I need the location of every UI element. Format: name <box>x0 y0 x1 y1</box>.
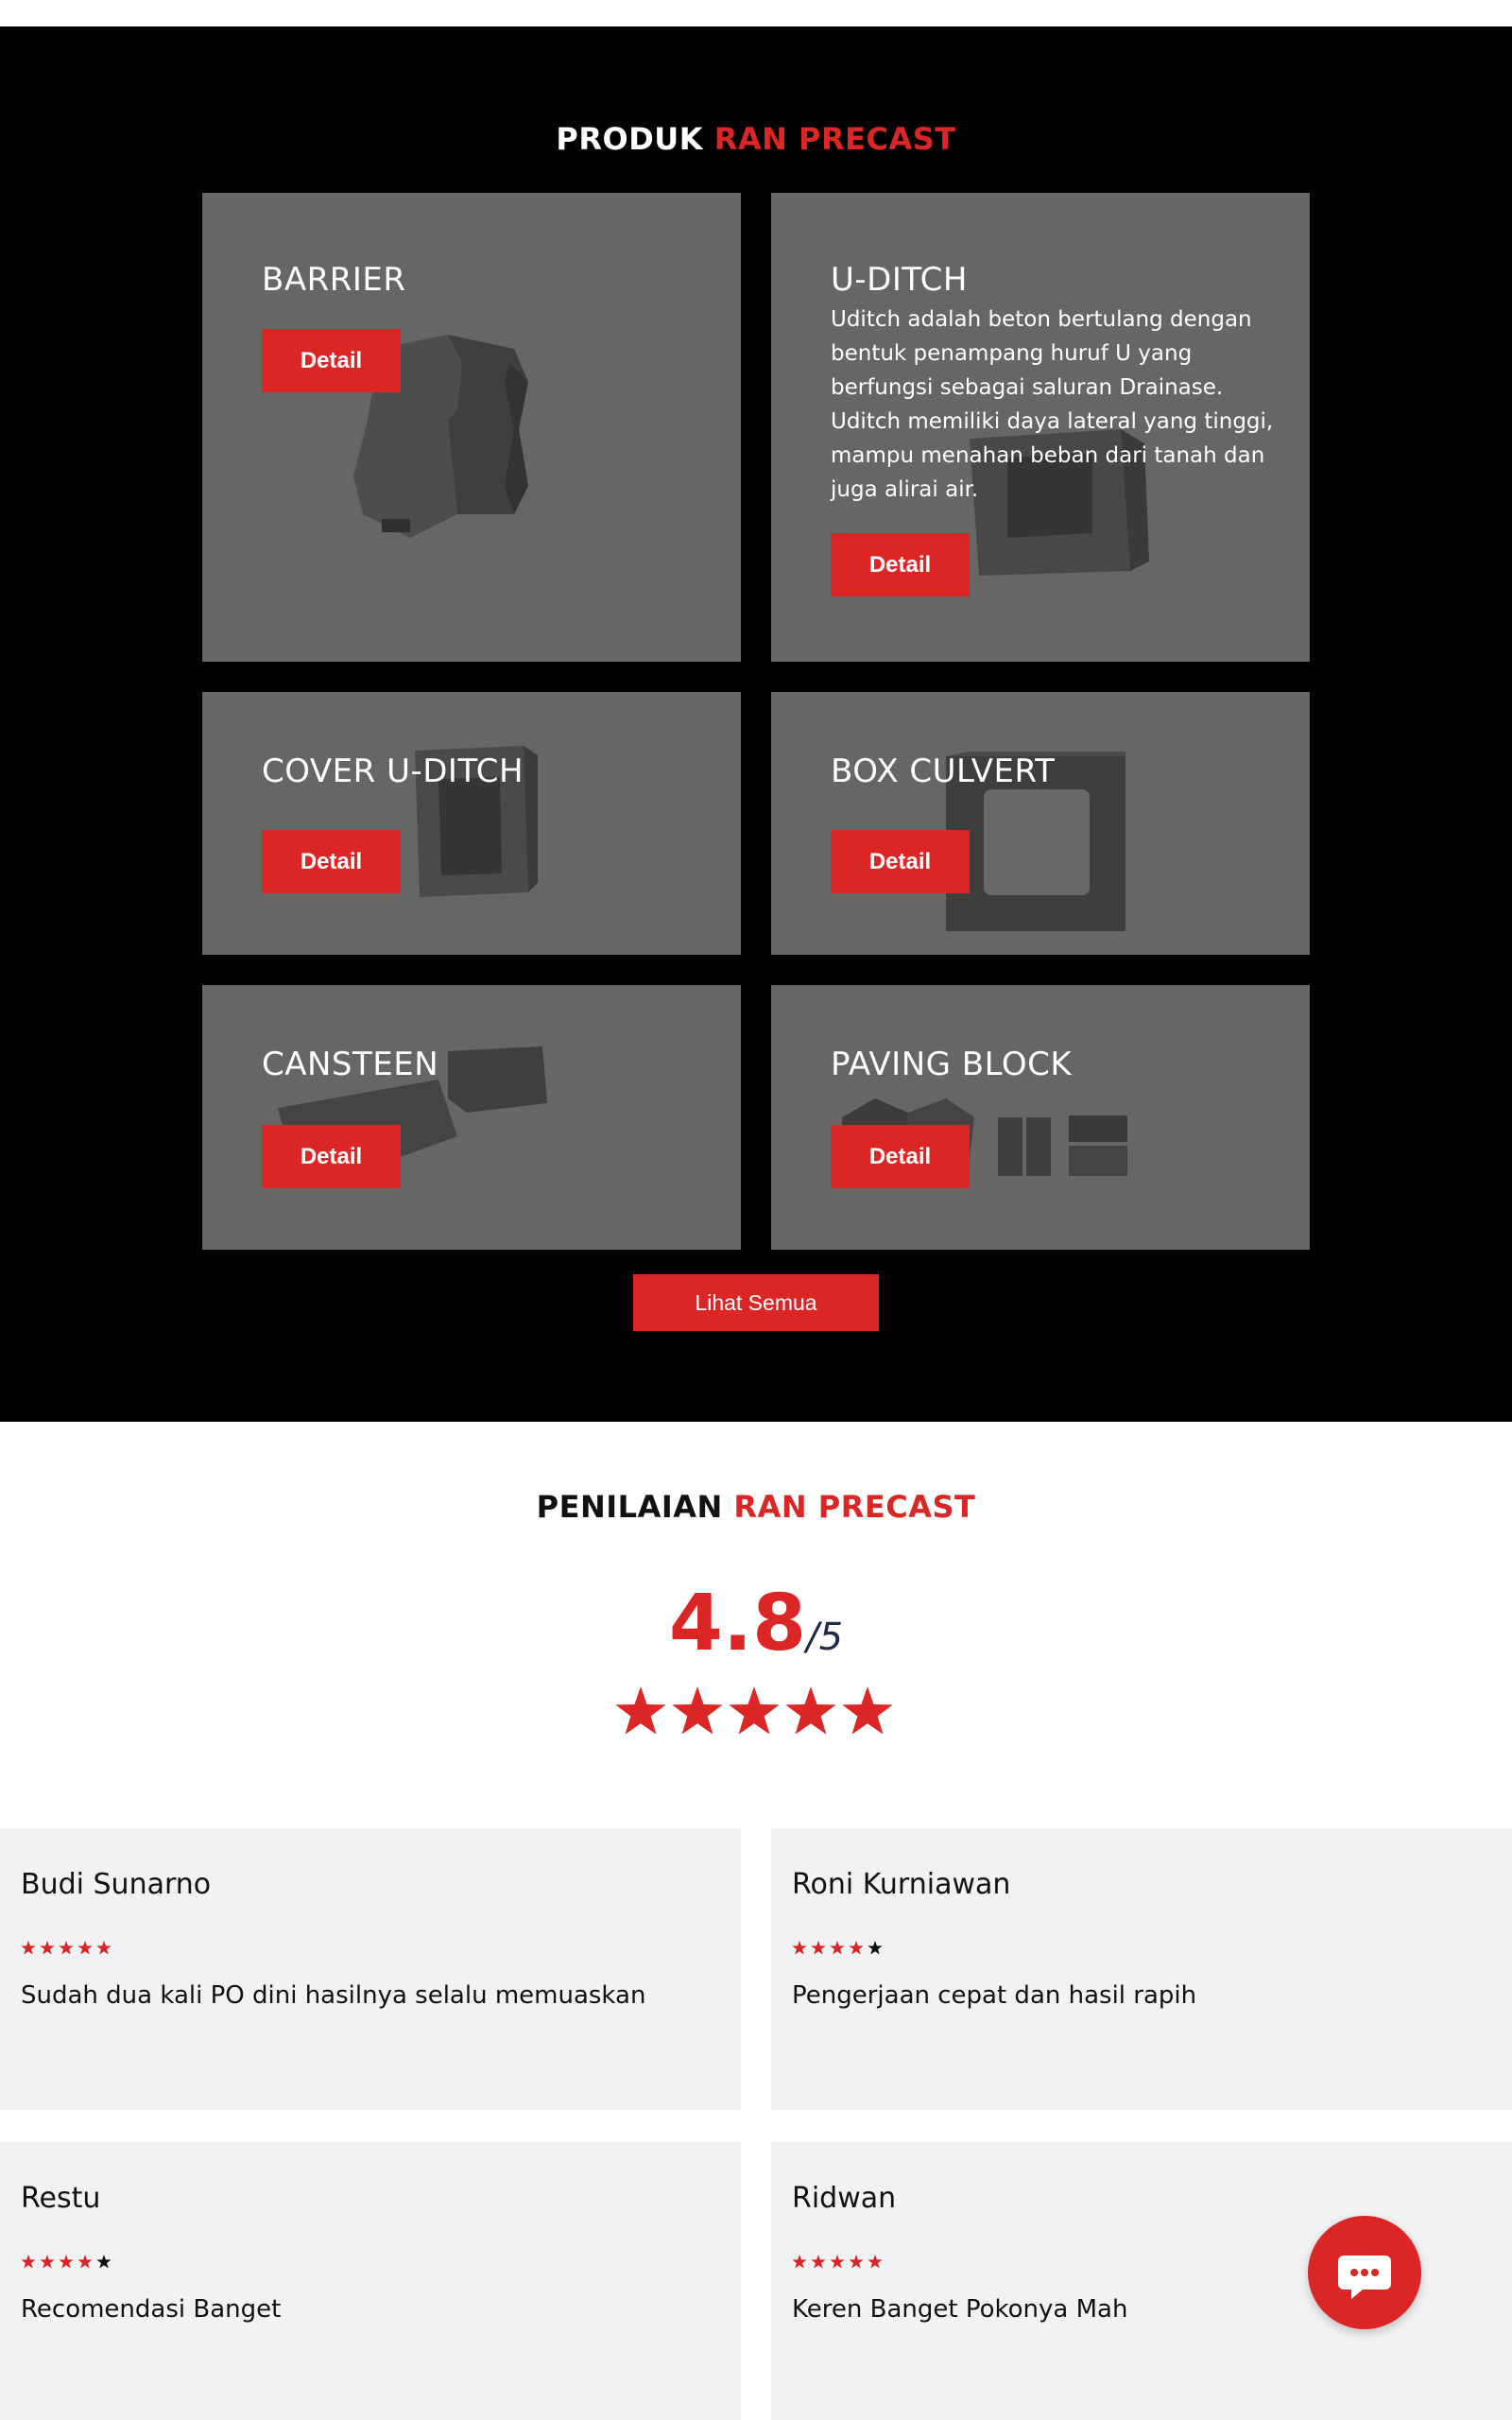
product-title: U-DITCH <box>831 261 968 299</box>
review-text: Sudah dua kali PO dini hasilnya selalu m… <box>21 1981 646 2010</box>
star-icon <box>59 2255 74 2269</box>
star-icon <box>77 2255 93 2269</box>
detail-button-cansteen[interactable]: Detail <box>262 1125 401 1188</box>
see-all-button[interactable]: Lihat Semua <box>633 1274 879 1331</box>
star-icon <box>842 1686 893 1735</box>
star-icon <box>849 1941 864 1955</box>
star-icon <box>59 1941 74 1955</box>
product-title: CANSTEEN <box>262 1046 439 1083</box>
star-icon <box>729 1686 780 1735</box>
product-title: PAVING BLOCK <box>831 1046 1073 1083</box>
review-stars <box>21 2255 112 2269</box>
review-card: Roni Kurniawan Pengerjaan cepat dan hasi… <box>771 1828 1512 2110</box>
products-heading-prefix: PRODUK <box>556 121 704 157</box>
detail-button-u-ditch[interactable]: Detail <box>831 533 970 596</box>
rating-stars <box>615 1686 893 1735</box>
star-icon <box>77 1941 93 1955</box>
chat-bubble-icon <box>1338 2256 1391 2299</box>
rating-score-value: 4.8 <box>668 1579 807 1668</box>
star-icon <box>830 1941 845 1955</box>
star-icon <box>830 2255 845 2269</box>
ratings-heading-prefix: PENILAIAN <box>536 1489 723 1525</box>
star-icon <box>792 1941 807 1955</box>
star-icon <box>849 2255 864 2269</box>
product-card-box-culvert[interactable]: BOX CULVERT Detail <box>771 692 1310 955</box>
review-stars <box>792 1941 883 1955</box>
product-title: BOX CULVERT <box>831 752 1056 790</box>
star-icon <box>868 2255 883 2269</box>
star-icon <box>40 2255 55 2269</box>
star-icon <box>811 1941 826 1955</box>
products-heading: PRODUK RAN PRECAST <box>0 121 1512 157</box>
product-card-cover-u-ditch[interactable]: COVER U-DITCH Detail <box>202 692 741 955</box>
product-card-paving-block[interactable]: PAVING BLOCK Detail <box>771 985 1310 1250</box>
star-icon <box>868 1941 883 1955</box>
review-text: Pengerjaan cepat dan hasil rapih <box>792 1981 1197 2010</box>
detail-button-paving-block[interactable]: Detail <box>831 1125 970 1188</box>
review-card: Budi Sunarno Sudah dua kali PO dini hasi… <box>0 1828 741 2110</box>
rating-score-max: /5 <box>806 1616 844 1659</box>
star-icon <box>96 2255 112 2269</box>
review-text: Recomendasi Banget <box>21 2295 282 2324</box>
star-icon <box>615 1686 666 1735</box>
products-section: PRODUK RAN PRECAST BARRIER Detail U-DITC… <box>0 26 1512 1422</box>
product-card-barrier[interactable]: BARRIER Detail <box>202 193 741 662</box>
product-card-u-ditch[interactable]: U-DITCH Uditch adalah beton bertulang de… <box>771 193 1310 662</box>
product-title: COVER U-DITCH <box>262 752 524 790</box>
reviewer-name: Roni Kurniawan <box>792 1868 1011 1901</box>
detail-button-barrier[interactable]: Detail <box>262 329 401 392</box>
review-text: Keren Banget Pokonya Mah <box>792 2295 1128 2324</box>
product-description: Uditch adalah beton bertulang dengan ben… <box>831 307 1274 502</box>
star-icon <box>792 2255 807 2269</box>
reviewer-name: Restu <box>21 2182 101 2215</box>
star-icon <box>40 1941 55 1955</box>
review-card: Restu Recomendasi Banget <box>0 2142 741 2420</box>
chat-button[interactable] <box>1308 2216 1421 2329</box>
ratings-heading-brand: RAN PRECAST <box>733 1489 976 1525</box>
detail-button-box-culvert[interactable]: Detail <box>831 830 970 893</box>
star-icon <box>21 1941 36 1955</box>
detail-button-cover-u-ditch[interactable]: Detail <box>262 830 401 893</box>
star-icon <box>21 2255 36 2269</box>
star-icon <box>96 1941 112 1955</box>
star-icon <box>785 1686 836 1735</box>
product-title: BARRIER <box>262 261 406 299</box>
reviewer-name: Budi Sunarno <box>21 1868 212 1901</box>
rating-score: 4.8/5 <box>0 1579 1512 1668</box>
review-stars <box>792 2255 883 2269</box>
reviewer-name: Ridwan <box>792 2182 897 2215</box>
star-icon <box>811 2255 826 2269</box>
top-strip <box>0 0 1512 26</box>
ratings-heading: PENILAIAN RAN PRECAST <box>0 1489 1512 1525</box>
review-stars <box>21 1941 112 1955</box>
products-heading-brand: RAN PRECAST <box>713 121 956 157</box>
star-icon <box>672 1686 723 1735</box>
product-card-cansteen[interactable]: CANSTEEN Detail <box>202 985 741 1250</box>
